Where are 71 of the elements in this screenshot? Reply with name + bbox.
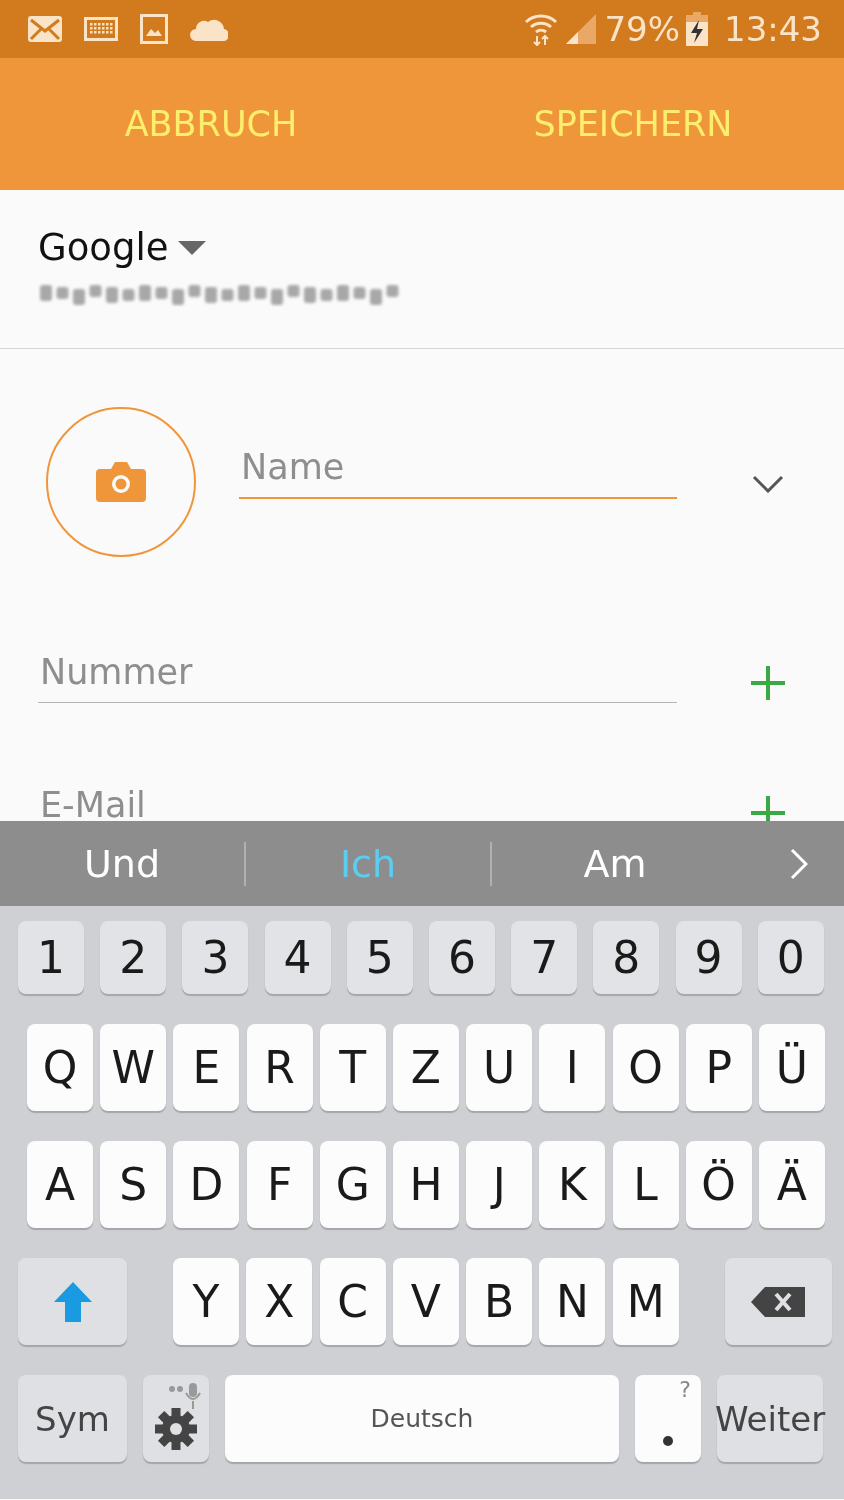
keyboard-key[interactable]: C (319, 1258, 386, 1345)
keyboard-key[interactable]: 6 (428, 921, 495, 994)
keyboard-key[interactable]: A (27, 1141, 93, 1228)
keyboard-key[interactable]: 1 (18, 921, 84, 994)
keyboard-icon (84, 17, 118, 41)
keyboard-key[interactable]: W (100, 1024, 167, 1111)
add-number-button[interactable] (750, 665, 786, 701)
name-field[interactable]: Name (239, 447, 677, 499)
keyboard-key[interactable]: H (392, 1141, 459, 1228)
keyboard-key[interactable]: 4 (264, 921, 331, 994)
keyboard-key[interactable]: Z (392, 1024, 459, 1111)
camera-icon (96, 462, 146, 502)
keyboard-key[interactable]: 9 (675, 921, 742, 994)
keyboard-key[interactable]: B (466, 1258, 533, 1345)
clock: 13:43 (724, 9, 822, 49)
add-email-button[interactable] (750, 795, 786, 821)
period-icon (663, 1435, 673, 1446)
keyboard-key[interactable]: G (319, 1141, 386, 1228)
keyboard-key[interactable]: 2 (100, 921, 167, 994)
keyboard-key[interactable]: O (612, 1024, 679, 1111)
keyboard-key[interactable]: K (539, 1141, 606, 1228)
keyboard-key[interactable]: J (466, 1141, 533, 1228)
keyboard-key[interactable]: Ü (758, 1024, 825, 1111)
keyboard-key[interactable]: 3 (182, 921, 249, 994)
keyboard-key[interactable]: E (173, 1024, 240, 1111)
sym-key[interactable]: Sym (18, 1375, 127, 1462)
keyboard-key[interactable]: D (173, 1141, 240, 1228)
keyboard-key[interactable]: 5 (346, 921, 413, 994)
keyboard-key[interactable]: 0 (757, 921, 824, 994)
keyboard-key[interactable]: 7 (511, 921, 578, 994)
keyboard-key[interactable]: X (246, 1258, 313, 1345)
keyboard-key[interactable]: M (612, 1258, 679, 1345)
add-photo-button[interactable] (46, 407, 196, 557)
account-type[interactable]: Google (38, 226, 169, 269)
plus-icon (750, 665, 786, 701)
keyboard-key[interactable]: U (466, 1024, 533, 1111)
keyboard-key[interactable]: L (612, 1141, 679, 1228)
shift-key[interactable] (18, 1258, 127, 1345)
mail-icon (28, 16, 62, 42)
keyboard-key[interactable]: 8 (593, 921, 660, 994)
keyboard-key[interactable]: P (685, 1024, 752, 1111)
backspace-key[interactable] (724, 1258, 832, 1345)
keyboard-key[interactable]: V (392, 1258, 459, 1345)
signal-icon (564, 14, 599, 44)
keyboard-key[interactable]: Ö (685, 1141, 752, 1228)
plus-icon (750, 795, 786, 821)
backspace-icon (751, 1286, 806, 1317)
keyboard-key[interactable]: S (100, 1141, 167, 1228)
more-suggestions-button[interactable] (790, 847, 808, 880)
wifi-icon (524, 12, 559, 46)
settings-icon (154, 1406, 198, 1451)
keyboard-key[interactable]: N (539, 1258, 606, 1345)
expand-button[interactable] (752, 475, 784, 493)
keyboard-key[interactable]: Ä (758, 1141, 825, 1228)
battery-charging-icon (686, 12, 708, 46)
number-field[interactable]: Nummer (38, 652, 677, 703)
keyboard-key[interactable]: I (539, 1024, 606, 1111)
chevron-right-icon (790, 847, 808, 880)
keyboard-key[interactable]: R (246, 1024, 313, 1111)
cloud-icon (190, 17, 228, 41)
keyboard-key[interactable]: Y (173, 1258, 239, 1345)
keyboard-key[interactable]: F (246, 1141, 313, 1228)
key-hint: ? (679, 1377, 691, 1402)
keyboard-key[interactable]: T (319, 1024, 386, 1111)
settings-key[interactable] (143, 1375, 209, 1462)
keyboard-key[interactable]: Q (27, 1024, 93, 1111)
image-icon (140, 14, 168, 44)
dropdown-arrow-icon[interactable] (178, 240, 207, 255)
space-key[interactable]: Deutsch (225, 1375, 619, 1462)
chevron-down-icon (752, 475, 784, 493)
battery-percentage: 79% (604, 9, 680, 49)
